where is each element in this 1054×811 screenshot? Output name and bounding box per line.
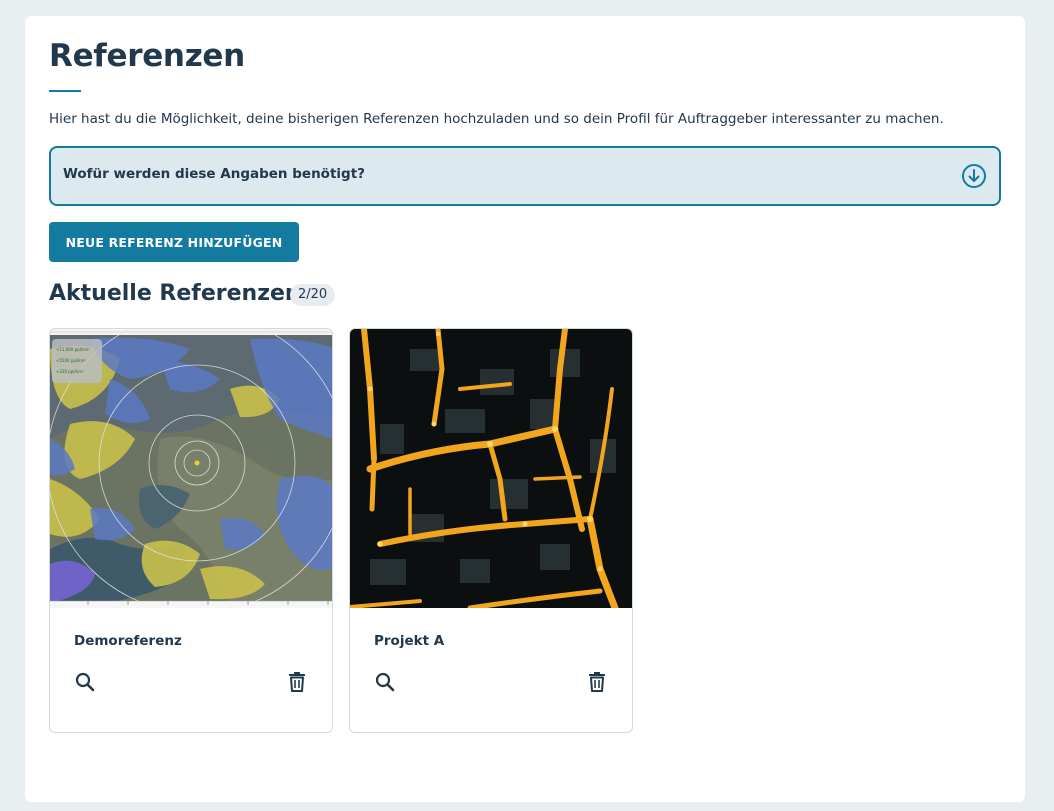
search-icon [372, 672, 398, 698]
arrow-down-circle-icon[interactable] [961, 163, 987, 189]
intro-text: Hier hast du die Möglichkeit, deine bish… [49, 111, 944, 127]
reference-card: Projekt A [349, 328, 633, 733]
section-title: Aktuelle Referenzen [49, 281, 301, 306]
reference-card: <11,000 ppl/km² <5500 ppl/km² <330 ppl/k… [49, 328, 333, 733]
map-legend-entry: <5500 ppl/km² [56, 358, 87, 363]
delete-reference-button[interactable] [584, 669, 610, 695]
map-legend-entry: <330 ppl/km² [56, 369, 84, 374]
reference-image-night[interactable] [350, 329, 632, 608]
faq-accordion[interactable]: Wofür werden diese Angaben benötigt? [49, 146, 1001, 206]
search-icon [72, 672, 98, 698]
faq-question: Wofür werden diese Angaben benötigt? [63, 166, 365, 182]
reference-image-map[interactable]: <11,000 ppl/km² <5500 ppl/km² <330 ppl/k… [50, 329, 332, 608]
view-reference-button[interactable] [72, 669, 98, 695]
delete-reference-button[interactable] [284, 669, 310, 695]
view-reference-button[interactable] [372, 669, 398, 695]
reference-count-badge: 2/20 [290, 284, 336, 306]
trash-icon [584, 672, 610, 698]
page-title: Referenzen [49, 38, 245, 74]
title-underline [49, 90, 81, 92]
reference-name: Demoreferenz [74, 633, 182, 649]
trash-icon [284, 672, 310, 698]
map-legend-entry: <11,000 ppl/km² [56, 347, 90, 352]
add-reference-button[interactable]: NEUE REFERENZ HINZUFÜGEN [49, 222, 299, 262]
references-panel: Referenzen Hier hast du die Möglichkeit,… [25, 16, 1025, 802]
reference-name: Projekt A [374, 633, 445, 649]
